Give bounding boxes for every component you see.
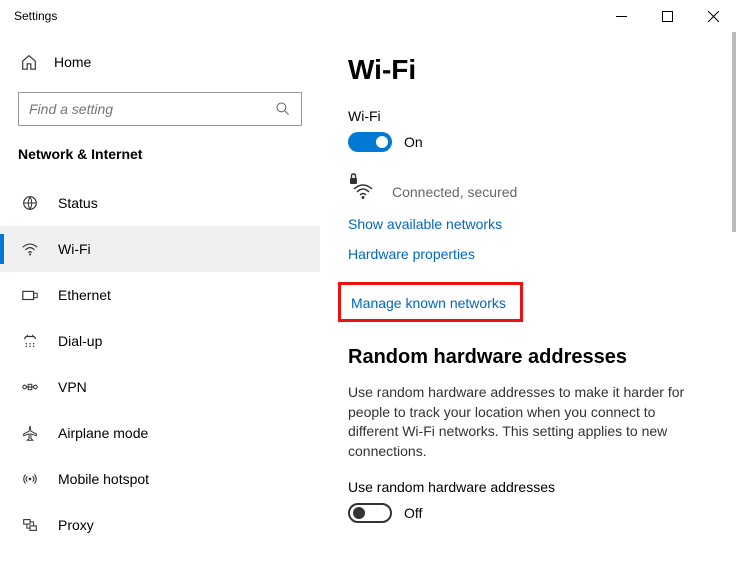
toggle-switch-off[interactable] (348, 503, 392, 523)
airplane-icon (20, 424, 40, 442)
sidebar-item-vpn[interactable]: VPN (0, 364, 320, 410)
sidebar-item-label: Ethernet (58, 287, 111, 303)
maximize-button[interactable] (644, 0, 690, 32)
toggle-switch-on[interactable] (348, 132, 392, 152)
titlebar: Settings (0, 0, 736, 32)
random-toggle-label: Use random hardware addresses (348, 479, 706, 495)
search-field[interactable] (29, 101, 275, 117)
minimize-button[interactable] (598, 0, 644, 32)
home-label: Home (54, 54, 91, 70)
hotspot-icon (20, 470, 40, 488)
sidebar-item-label: Wi-Fi (58, 241, 91, 257)
home-button[interactable]: Home (0, 42, 320, 82)
scrollbar[interactable] (732, 32, 736, 232)
search-icon (275, 101, 291, 117)
sidebar-item-airplane[interactable]: Airplane mode (0, 410, 320, 456)
sidebar-item-label: Mobile hotspot (58, 471, 149, 487)
window-controls (598, 0, 736, 32)
sidebar-item-label: Status (58, 195, 98, 211)
close-button[interactable] (690, 0, 736, 32)
wifi-toggle[interactable]: On (348, 132, 706, 152)
vpn-icon (20, 378, 40, 396)
page-title: Wi-Fi (348, 54, 706, 86)
sidebar-item-label: VPN (58, 379, 87, 395)
connection-status-text: Connected, secured (392, 184, 517, 200)
manage-known-networks-link[interactable]: Manage known networks (351, 295, 506, 311)
window-title: Settings (14, 9, 598, 23)
random-toggle[interactable]: Off (348, 503, 706, 523)
wifi-toggle-state: On (404, 134, 423, 150)
show-networks-link[interactable]: Show available networks (348, 216, 706, 232)
sidebar-item-label: Dial-up (58, 333, 102, 349)
sidebar: Home Network & Internet Status Wi-Fi (0, 32, 320, 583)
home-icon (20, 53, 38, 71)
main-content: Wi-Fi Wi-Fi On Connected, secured Show a… (320, 32, 736, 583)
sidebar-item-label: Airplane mode (58, 425, 148, 441)
sidebar-item-status[interactable]: Status (0, 180, 320, 226)
sidebar-item-proxy[interactable]: Proxy (0, 502, 320, 548)
search-input[interactable] (18, 92, 302, 126)
wifi-icon (20, 240, 40, 258)
random-addresses-desc: Use random hardware addresses to make it… (348, 383, 706, 461)
wifi-lock-icon (348, 172, 378, 200)
sidebar-item-dialup[interactable]: Dial-up (0, 318, 320, 364)
sidebar-item-hotspot[interactable]: Mobile hotspot (0, 456, 320, 502)
ethernet-icon (20, 286, 40, 304)
wifi-section-label: Wi-Fi (348, 108, 706, 124)
category-label: Network & Internet (0, 138, 320, 180)
connection-status: Connected, secured (348, 172, 706, 200)
sidebar-item-label: Proxy (58, 517, 94, 533)
random-addresses-heading: Random hardware addresses (348, 346, 706, 369)
sidebar-item-ethernet[interactable]: Ethernet (0, 272, 320, 318)
highlight-annotation: Manage known networks (338, 282, 523, 322)
dialup-icon (20, 332, 40, 350)
hardware-properties-link[interactable]: Hardware properties (348, 246, 706, 262)
proxy-icon (20, 516, 40, 534)
sidebar-item-wifi[interactable]: Wi-Fi (0, 226, 320, 272)
random-toggle-state: Off (404, 505, 422, 521)
status-icon (20, 194, 40, 212)
